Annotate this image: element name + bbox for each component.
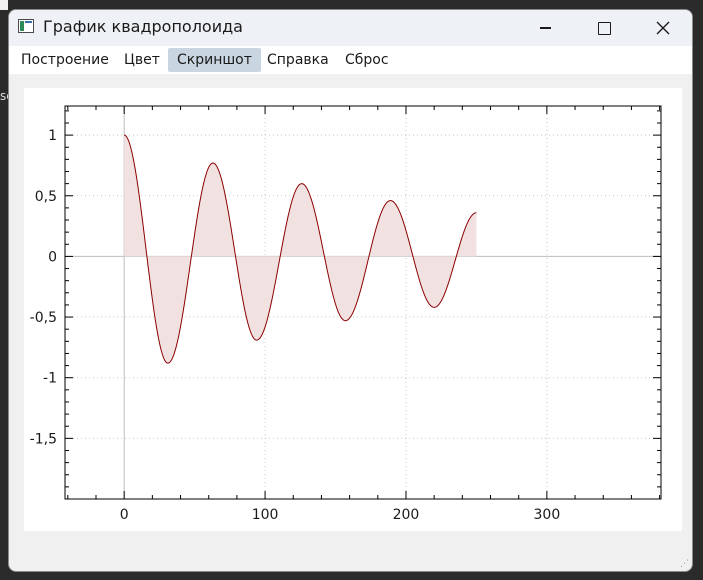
x-tick-label: 100 (252, 507, 279, 523)
menu-item-color[interactable]: Цвет (115, 48, 169, 72)
background-window-edge (0, 0, 8, 10)
menu-item-build[interactable]: Построение (12, 48, 118, 72)
plot-area: 0 100 200 300 1 0,5 0 -0,5 -1 -1,5 (24, 88, 682, 531)
background-window-text: sc (0, 89, 8, 103)
x-tick-label: 0 (120, 507, 129, 523)
y-tick-label: -0,5 (30, 310, 57, 326)
chart-svg: 0 100 200 300 1 0,5 0 -0,5 -1 -1,5 (30, 105, 662, 523)
app-window: График квадрополоида Построение Цвет Скр… (8, 9, 693, 572)
x-tick-label: 200 (393, 507, 420, 523)
curve-fill-area (124, 135, 477, 364)
menu-bar: Построение Цвет Скриншот Справка Сброс (9, 46, 692, 74)
y-tick-label: 0,5 (35, 189, 57, 205)
app-icon (18, 19, 34, 33)
minimize-icon (539, 27, 551, 29)
menu-item-reset[interactable]: Сброс (336, 48, 398, 72)
y-tick-label: 0 (48, 249, 57, 265)
close-icon (656, 21, 670, 35)
resize-grip-icon[interactable]: ⋰ (680, 559, 690, 569)
minimize-button[interactable] (522, 10, 568, 46)
maximize-button[interactable] (581, 10, 627, 46)
y-tick-label: -1 (43, 371, 57, 387)
menu-item-help[interactable]: Справка (258, 48, 338, 72)
close-button[interactable] (640, 10, 686, 46)
menu-item-screenshot[interactable]: Скриншот (168, 48, 261, 72)
title-bar[interactable]: График квадрополоида (9, 10, 692, 46)
y-tick-label: -1,5 (30, 431, 57, 447)
maximize-icon (597, 21, 611, 35)
y-tick-label: 1 (48, 128, 57, 144)
x-tick-label: 300 (534, 507, 561, 523)
window-title: График квадрополоида (43, 17, 243, 36)
